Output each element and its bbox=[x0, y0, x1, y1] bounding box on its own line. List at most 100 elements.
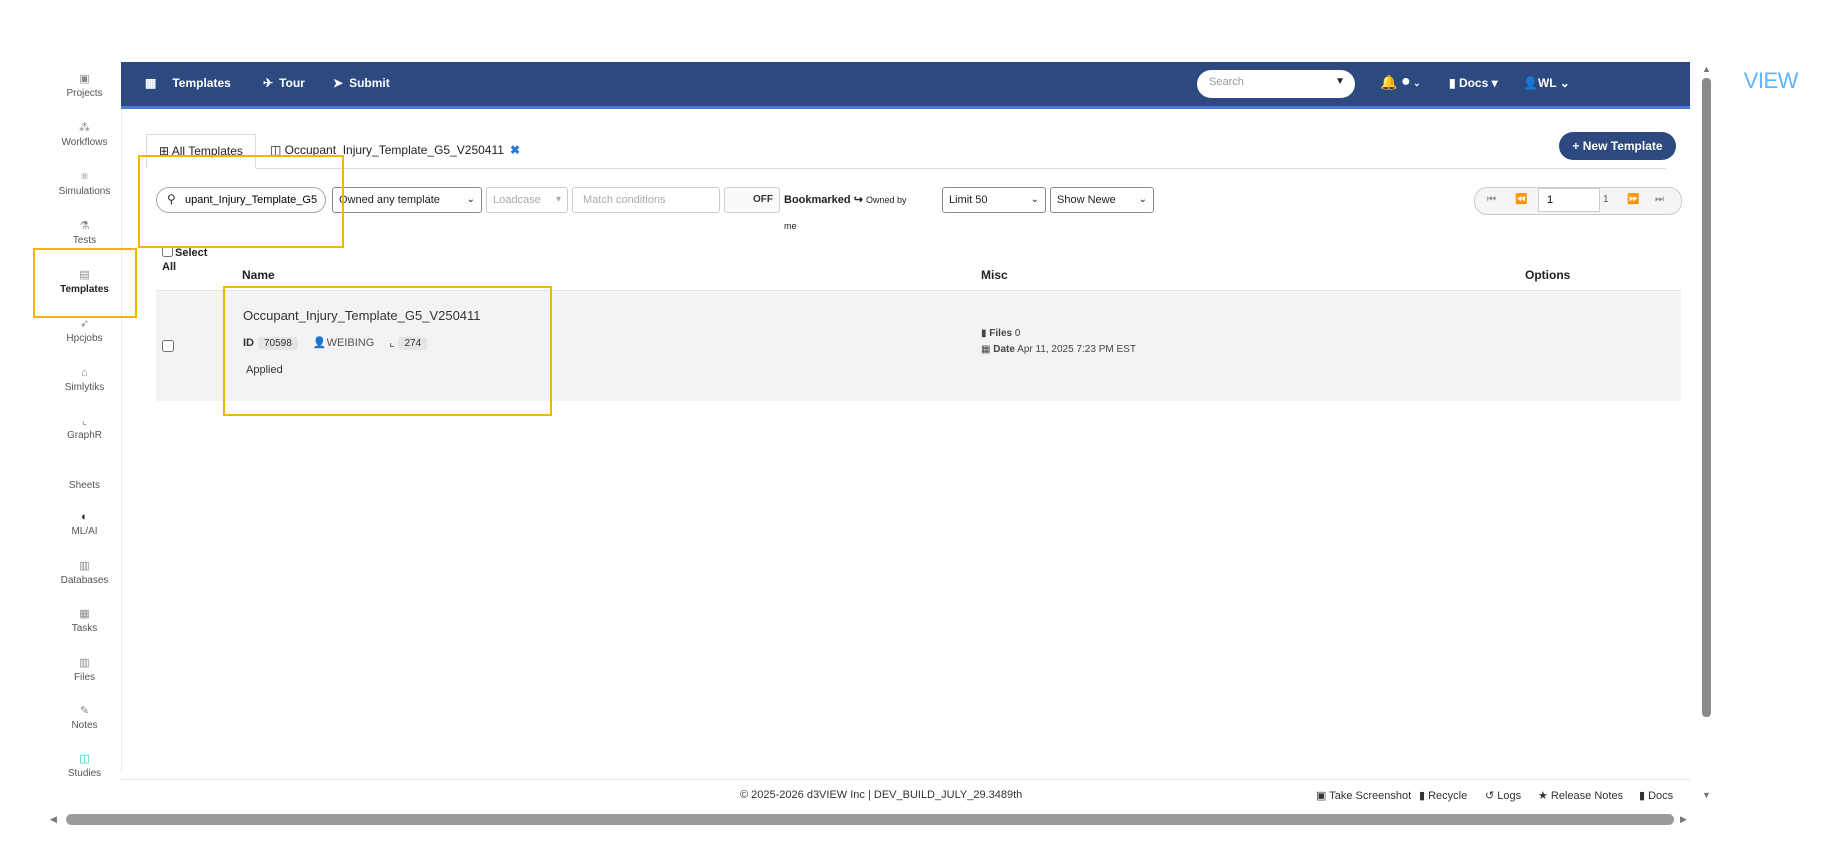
sidebar-item-projects[interactable]: ▣ Projects bbox=[48, 72, 121, 99]
send-icon: ➤ bbox=[333, 76, 344, 90]
sidebar-item-files[interactable]: ▥ Files bbox=[48, 656, 121, 683]
tour-button[interactable]: ✈ Tour bbox=[263, 76, 305, 90]
logo-prefix: d3 bbox=[1720, 68, 1744, 93]
sidebar-item-hpcjobs[interactable]: ➶ Hpcjobs bbox=[48, 317, 121, 344]
logs-link[interactable]: ↺ Logs bbox=[1485, 789, 1521, 802]
take-screenshot-link[interactable]: ▣ Take Screenshot bbox=[1316, 789, 1411, 802]
scroll-left-icon[interactable]: ◀ bbox=[50, 814, 57, 825]
highlight-box-template-row bbox=[223, 286, 552, 416]
first-page-icon[interactable]: ⏮ bbox=[1487, 194, 1496, 205]
date-value: Apr 11, 2025 7:23 PM EST bbox=[1017, 344, 1136, 355]
sidebar-item-workflows[interactable]: ⁂ Workflows bbox=[48, 121, 121, 148]
plane-icon: ✈ bbox=[263, 76, 274, 90]
files-icon: ▥ bbox=[79, 657, 90, 669]
sidebar-item-label: Simulations bbox=[58, 186, 111, 197]
sidebar: ▣ Projects ⁂ Workflows ⚛ Simulations ⚗ Tests… bbox=[48, 62, 122, 779]
docs-footer-link[interactable]: ▮ Docs bbox=[1639, 789, 1673, 802]
history-icon: ↺ bbox=[1485, 790, 1498, 802]
sort-select[interactable]: Show Newe ⌄ bbox=[1050, 187, 1154, 213]
vertical-scrollbar[interactable] bbox=[1702, 78, 1711, 717]
highlight-box-templates bbox=[33, 248, 137, 318]
select-label: Select bbox=[175, 247, 208, 259]
plus-icon: + bbox=[1572, 139, 1583, 153]
sidebar-item-notes[interactable]: ✎ Notes bbox=[48, 704, 121, 731]
sidebar-item-sheets[interactable]: Sheets bbox=[48, 478, 121, 491]
column-header-misc[interactable]: Misc bbox=[981, 268, 1008, 282]
bookmark-toggle[interactable]: OFF bbox=[724, 187, 780, 213]
submit-label: Submit bbox=[349, 76, 390, 90]
submit-button[interactable]: ➤ Submit bbox=[333, 76, 390, 90]
scroll-up-icon[interactable]: ▲ bbox=[1702, 64, 1711, 74]
files-label: Files bbox=[989, 328, 1013, 339]
tasks-icon: ▦ bbox=[79, 608, 90, 620]
chevron-down-icon: ⌄ bbox=[466, 194, 475, 205]
global-search[interactable]: ▼ bbox=[1197, 70, 1355, 98]
copyright-text: © 2025-2026 d3VIEW Inc | DEV_BUILD_JULY_… bbox=[740, 789, 1023, 801]
templates-nav-button[interactable]: ▦ Templates bbox=[145, 76, 231, 90]
limit-select[interactable]: Limit 50 ⌄ bbox=[942, 187, 1046, 213]
caret-down-icon[interactable]: ▼ bbox=[1335, 76, 1345, 87]
owner-select-value: Owned any template bbox=[339, 194, 440, 206]
sidebar-item-label: ML/AI bbox=[71, 526, 98, 537]
sidebar-item-tests[interactable]: ⚗ Tests bbox=[48, 219, 121, 246]
owner-select[interactable]: Owned any template ⌄ bbox=[332, 187, 482, 213]
horizontal-scrollbar[interactable] bbox=[66, 814, 1674, 825]
recycle-link[interactable]: ▮ Recycle bbox=[1419, 789, 1467, 802]
status-dot-icon: ● bbox=[1401, 73, 1411, 90]
sidebar-item-studies[interactable]: ◫ Studies bbox=[48, 752, 121, 779]
calendar-icon: ▦ bbox=[981, 344, 994, 355]
sidebar-item-simulations[interactable]: ⚛ Simulations bbox=[48, 170, 121, 197]
sidebar-item-label: Simlytiks bbox=[64, 382, 105, 393]
sidebar-item-label: Sheets bbox=[68, 480, 101, 491]
column-header-name[interactable]: Name bbox=[242, 268, 275, 282]
last-page-icon[interactable]: ⏭ bbox=[1655, 194, 1664, 205]
loadcase-select[interactable]: Loadcase ▾ bbox=[486, 187, 568, 213]
scroll-down-icon[interactable]: ▼ bbox=[1702, 790, 1711, 800]
page-number-input[interactable] bbox=[1538, 188, 1600, 212]
status-toggle[interactable]: ● ⌄ bbox=[1401, 73, 1421, 91]
row-checkbox[interactable] bbox=[162, 340, 174, 352]
new-template-button[interactable]: + New Template bbox=[1559, 132, 1676, 160]
misc-files: ▮ Files 0 bbox=[981, 328, 1020, 339]
misc-date: ▦ Date Apr 11, 2025 7:23 PM EST bbox=[981, 344, 1136, 355]
atom-icon: ⚛ bbox=[79, 171, 90, 183]
sidebar-item-label: Tests bbox=[72, 235, 97, 246]
logo-mark-icon: ◔ bbox=[1711, 75, 1721, 92]
pagination: ⏮ ⏪ 1 ⏩ ⏭ bbox=[1474, 187, 1682, 215]
match-conditions-input[interactable]: Match conditions bbox=[572, 187, 720, 213]
sidebar-item-graphr[interactable]: ⌞ GraphR bbox=[48, 414, 121, 441]
all-label: All bbox=[162, 261, 177, 273]
database-icon: ▥ bbox=[79, 560, 90, 572]
docs-menu[interactable]: ▮ Docs ▾ bbox=[1449, 76, 1498, 90]
release-notes-link[interactable]: ★ Release Notes bbox=[1538, 789, 1623, 802]
d3view-logo: ◔d3VIEW® bbox=[1711, 68, 1804, 93]
sidebar-item-tasks[interactable]: ▦ Tasks bbox=[48, 607, 121, 634]
top-navbar: ▦ Templates ✈ Tour ➤ Submit ▼ 🔔 ● ⌄ ▮ Docs … bbox=[121, 62, 1804, 109]
scroll-right-icon[interactable]: ▶ bbox=[1680, 814, 1687, 825]
sidebar-item-simlytiks[interactable]: ⌂ Simlytiks bbox=[48, 366, 121, 393]
prev-page-icon[interactable]: ⏪ bbox=[1515, 194, 1527, 205]
recycle-label: Recycle bbox=[1428, 790, 1468, 802]
logo-suffix: VIEW bbox=[1743, 68, 1799, 93]
sort-value: Show Newe bbox=[1057, 194, 1116, 206]
sidebar-item-label: Databases bbox=[60, 575, 109, 586]
next-page-icon[interactable]: ⏩ bbox=[1627, 194, 1639, 205]
bell-icon[interactable]: 🔔 bbox=[1380, 74, 1397, 91]
simlytiks-icon: ⌂ bbox=[81, 367, 88, 379]
sidebar-item-label: Tasks bbox=[71, 623, 98, 634]
user-menu[interactable]: 👤WL ⌄ bbox=[1523, 76, 1570, 90]
sidebar-item-databases[interactable]: ▥ Databases bbox=[48, 559, 121, 586]
global-search-input[interactable] bbox=[1207, 75, 1331, 89]
column-header-options: Options bbox=[1525, 268, 1571, 282]
logs-label: Logs bbox=[1497, 790, 1522, 802]
sidebar-item-ml-ai[interactable]: ◐ ML/AI bbox=[48, 510, 121, 537]
limit-value: Limit 50 bbox=[949, 194, 988, 206]
bookmarked-label: Bookmarked ↪ Owned by me bbox=[784, 187, 914, 231]
sidebar-item-label: Hpcjobs bbox=[66, 333, 103, 344]
docs-label: Docs bbox=[1458, 76, 1489, 90]
tour-label: Tour bbox=[279, 76, 305, 90]
close-icon[interactable]: ✖ bbox=[510, 143, 520, 157]
bookmarked-text: Bookmarked bbox=[784, 194, 851, 206]
trash-icon: ▮ bbox=[1419, 790, 1429, 802]
select-all[interactable]: Select All bbox=[162, 246, 207, 274]
